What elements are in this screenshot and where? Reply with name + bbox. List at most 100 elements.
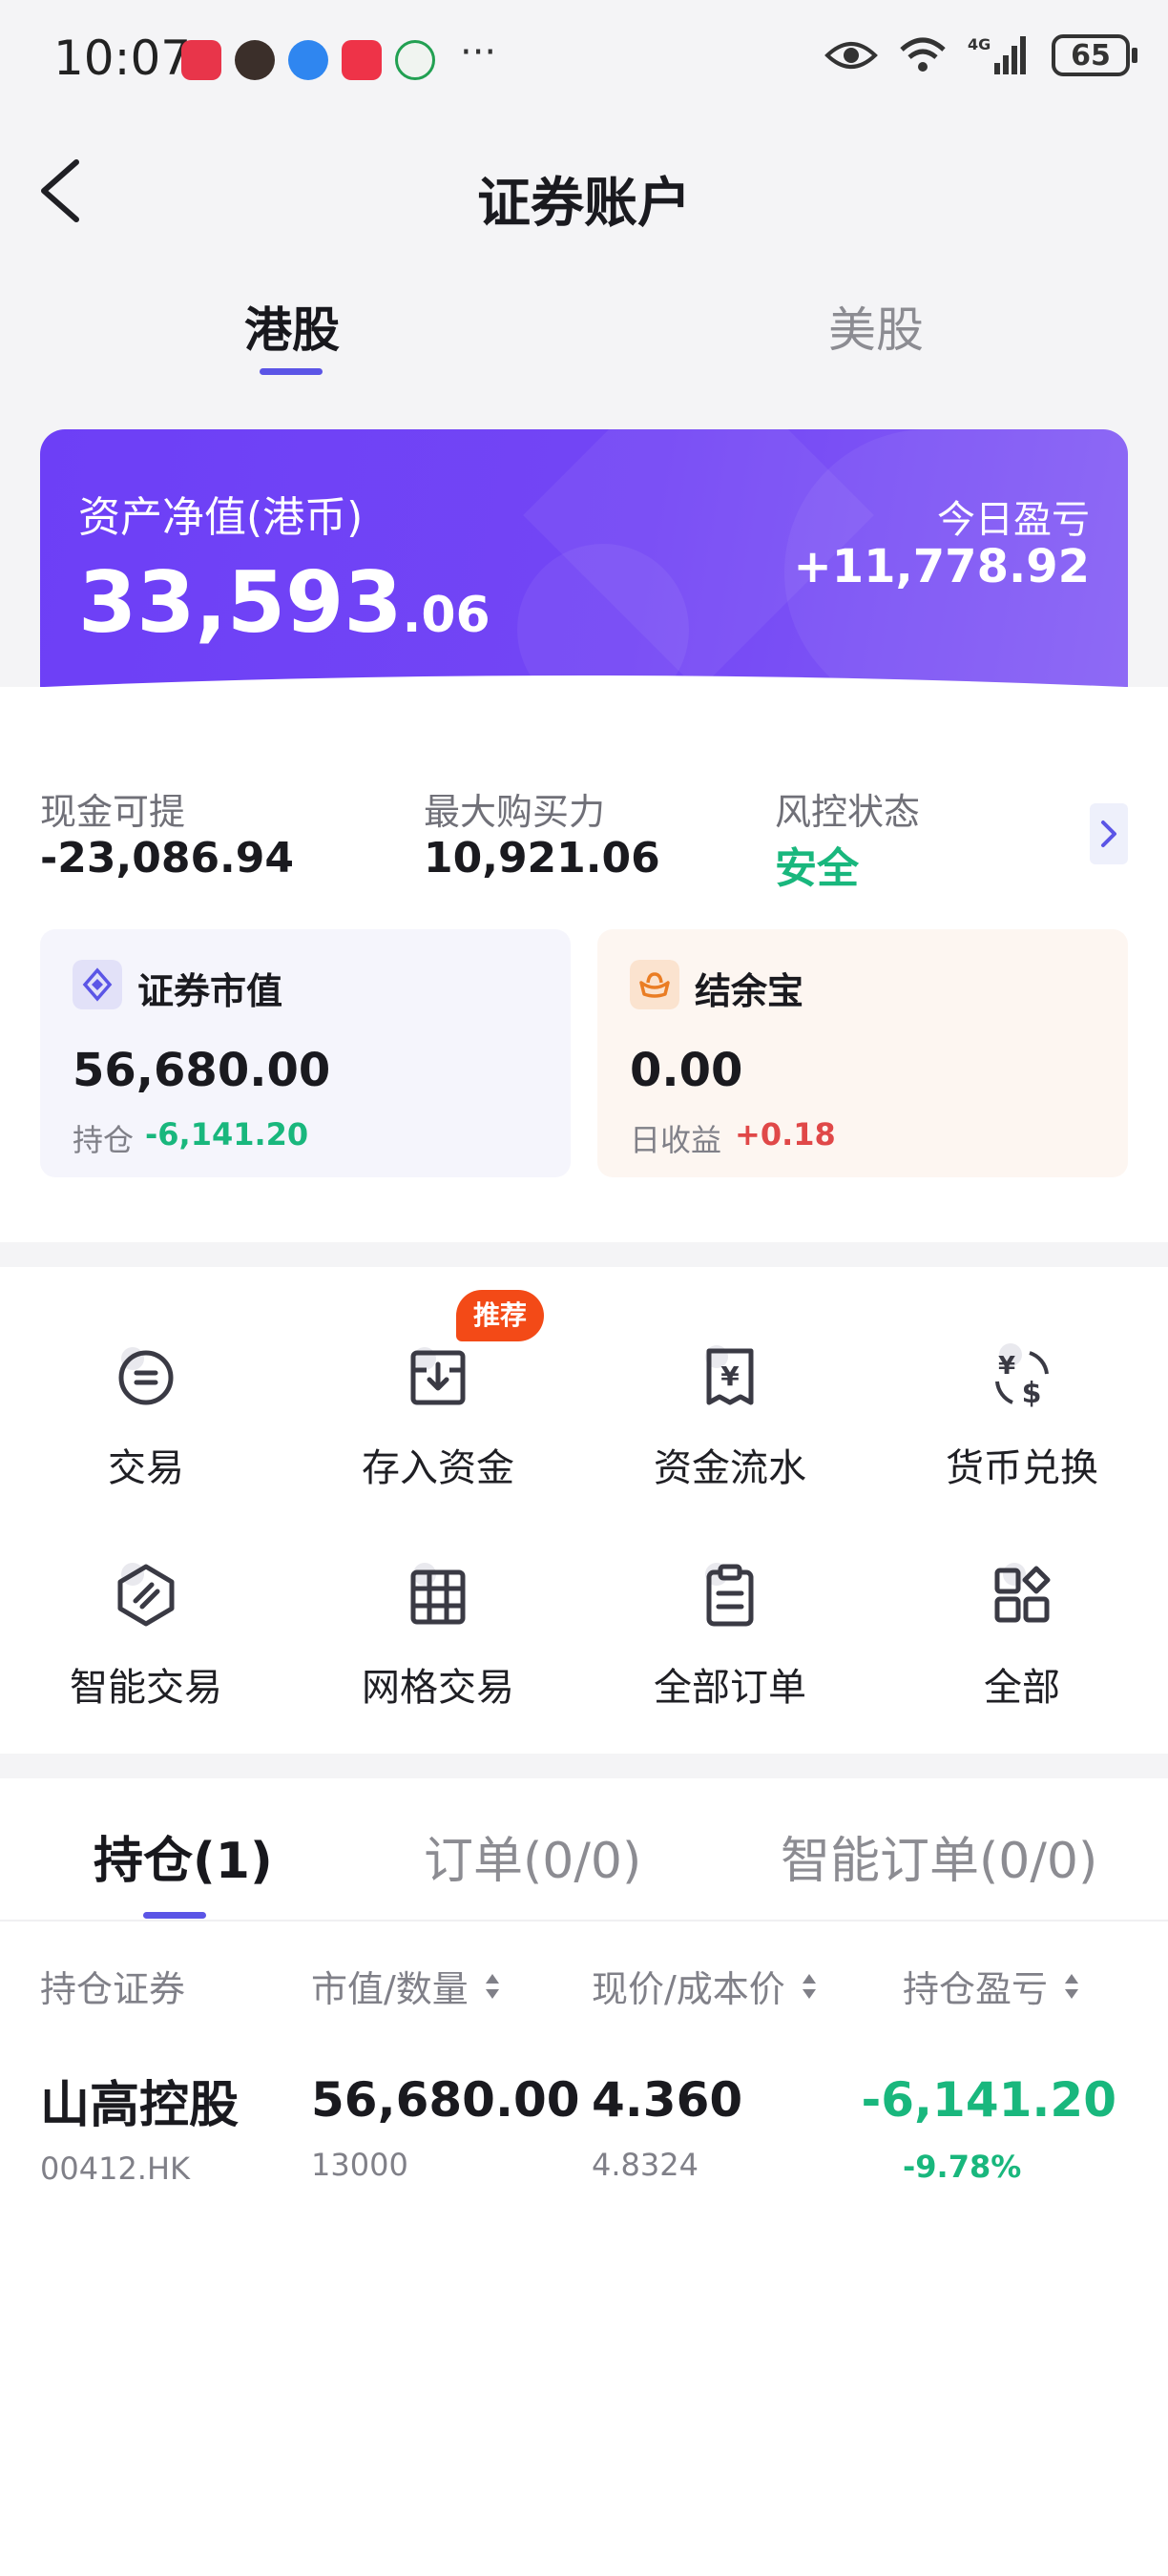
currency-exchange-icon: ¥$ bbox=[995, 1343, 1049, 1410]
column-market-value[interactable]: 市值/数量 bbox=[311, 1960, 501, 2012]
column-price-label: 现价/成本价 bbox=[592, 1968, 785, 2010]
action-currency-exchange-label: 货币兑换 bbox=[946, 1446, 1098, 1490]
max-buying-power-value: 10,921.06 bbox=[424, 834, 660, 883]
huawei-mall-icon bbox=[181, 40, 221, 80]
action-deposit[interactable]: 存入资金 bbox=[292, 1341, 584, 1532]
daily-income-value: +0.18 bbox=[735, 1116, 836, 1153]
action-deposit-label: 存入资金 bbox=[362, 1446, 514, 1490]
net-asset-decimal: .06 bbox=[402, 587, 490, 644]
sort-icon bbox=[485, 1973, 499, 1999]
action-trade-label: 交易 bbox=[108, 1446, 184, 1490]
battery-indicator: 65 bbox=[1052, 34, 1137, 76]
grid-trade-icon bbox=[410, 1563, 466, 1625]
net-asset-integer: 33,593 bbox=[78, 553, 403, 652]
orders-icon bbox=[705, 1563, 754, 1627]
holding-pl: -6,141.20 bbox=[861, 2072, 1116, 2128]
holding-pl-label: 持仓 bbox=[73, 1122, 135, 1158]
securities-value-title: 证券市值 bbox=[137, 970, 283, 1012]
svg-text:¥: ¥ bbox=[998, 1352, 1015, 1381]
status-bar: 10:07 ··· 4G 65 bbox=[0, 0, 1168, 124]
tab-smart-orders[interactable]: 智能订单(0/0) bbox=[781, 1820, 1097, 1892]
cash-withdrawable-label: 现金可提 bbox=[40, 791, 186, 833]
quantity: 13000 bbox=[311, 2147, 408, 2183]
action-cash-flow-label: 资金流水 bbox=[654, 1446, 806, 1490]
holding-pl-percent: -9.78% bbox=[903, 2149, 1022, 2185]
jieyubao-card[interactable]: 结余宝 0.00 日收益 +0.18 bbox=[597, 929, 1128, 1177]
svg-text:4G: 4G bbox=[968, 35, 991, 53]
net-asset-label: 资产净值(港币) bbox=[78, 493, 364, 542]
gold-ingot-icon bbox=[630, 960, 679, 1009]
svg-text:$: $ bbox=[1022, 1377, 1042, 1410]
summary-more-button[interactable] bbox=[1090, 803, 1128, 864]
holding-pl-value: -6,141.20 bbox=[145, 1116, 309, 1153]
action-cash-flow[interactable]: ¥ 资金流水 bbox=[584, 1341, 876, 1532]
all-apps-icon bbox=[994, 1563, 1051, 1623]
system-icons: 4G 65 bbox=[824, 34, 1137, 76]
securities-value-card[interactable]: 证券市值 56,680.00 持仓 -6,141.20 bbox=[40, 929, 571, 1177]
tab-us-stocks[interactable]: 美股 bbox=[733, 292, 1019, 361]
signal-icon: 4G bbox=[968, 35, 1026, 74]
column-security-label: 持仓证券 bbox=[40, 1968, 186, 2010]
risk-status-value: 安全 bbox=[775, 844, 859, 893]
market-value: 56,680.00 bbox=[311, 2072, 580, 2128]
chevron-right-icon bbox=[1101, 821, 1116, 847]
tab-holdings[interactable]: 持仓(1) bbox=[94, 1820, 273, 1892]
deposit-icon bbox=[410, 1347, 466, 1405]
sort-icon bbox=[802, 1973, 816, 1999]
page-title: 证券账户 bbox=[477, 173, 691, 235]
action-all-label: 全部 bbox=[984, 1666, 1060, 1710]
notification-icons bbox=[181, 40, 435, 80]
current-price: 4.360 bbox=[592, 2072, 743, 2128]
red-note-icon bbox=[342, 40, 382, 80]
stock-code: 00412.HK bbox=[40, 2150, 191, 2187]
market-tab-indicator bbox=[260, 368, 323, 375]
diamond-icon bbox=[73, 960, 122, 1009]
section-separator bbox=[0, 1242, 1168, 1267]
today-pl-value: +11,778.92 bbox=[793, 540, 1090, 593]
action-grid-trade[interactable]: 网格交易 bbox=[292, 1561, 584, 1752]
action-currency-exchange[interactable]: ¥ $ 货币兑换 bbox=[876, 1341, 1168, 1532]
smart-trade-icon bbox=[117, 1563, 175, 1627]
jieyubao-amount: 0.00 bbox=[630, 1044, 743, 1097]
cost-price: 4.8324 bbox=[592, 2147, 699, 2183]
section-separator bbox=[0, 1754, 1168, 1778]
net-asset-value: 33,593.06 bbox=[78, 553, 490, 652]
tab-orders[interactable]: 订单(0/0) bbox=[424, 1820, 641, 1892]
avatar-app-icon bbox=[235, 40, 275, 80]
daily-income-label: 日收益 bbox=[630, 1122, 722, 1158]
column-market-value-label: 市值/数量 bbox=[311, 1968, 469, 2010]
column-pl-label: 持仓盈亏 bbox=[903, 1968, 1049, 2010]
trade-icon bbox=[118, 1347, 174, 1405]
feather-app-icon bbox=[288, 40, 328, 80]
holdings-divider bbox=[0, 1920, 1168, 1922]
action-trade[interactable]: 交易 bbox=[0, 1341, 292, 1532]
action-all[interactable]: 全部 bbox=[876, 1561, 1168, 1752]
column-security: 持仓证券 bbox=[40, 1960, 185, 2012]
cash-flow-icon: ¥ bbox=[705, 1345, 754, 1405]
column-price[interactable]: 现价/成本价 bbox=[592, 1960, 818, 2012]
action-all-orders-label: 全部订单 bbox=[654, 1666, 806, 1710]
more-notifications-icon: ··· bbox=[460, 31, 497, 74]
action-smart-trade-label: 智能交易 bbox=[70, 1666, 222, 1710]
action-grid-trade-label: 网格交易 bbox=[362, 1666, 514, 1710]
eye-icon bbox=[824, 42, 878, 69]
action-all-orders[interactable]: 全部订单 bbox=[584, 1561, 876, 1752]
tab-hk-stocks[interactable]: 港股 bbox=[149, 292, 435, 361]
action-smart-trade[interactable]: 智能交易 bbox=[0, 1561, 292, 1752]
risk-status-label: 风控状态 bbox=[775, 791, 921, 833]
max-buying-power-label: 最大购买力 bbox=[424, 791, 606, 833]
today-pl-label: 今日盈亏 bbox=[937, 498, 1090, 542]
status-time: 10:07 bbox=[53, 31, 192, 86]
sort-icon bbox=[1065, 1973, 1079, 1999]
cash-withdrawable-value: -23,086.94 bbox=[40, 834, 294, 883]
wifi-icon bbox=[900, 37, 946, 72]
column-pl[interactable]: 持仓盈亏 bbox=[903, 1960, 1080, 2012]
recommended-badge: 推荐 bbox=[456, 1290, 545, 1341]
svg-text:¥: ¥ bbox=[720, 1361, 740, 1392]
holdings-tab-indicator bbox=[143, 1912, 206, 1919]
stock-name: 山高控股 bbox=[40, 2077, 240, 2134]
card-wave-edge bbox=[0, 675, 1168, 725]
jieyubao-title: 结余宝 bbox=[695, 970, 804, 1012]
mobile-carrier-icon bbox=[395, 40, 435, 80]
securities-value-amount: 56,680.00 bbox=[73, 1044, 331, 1097]
